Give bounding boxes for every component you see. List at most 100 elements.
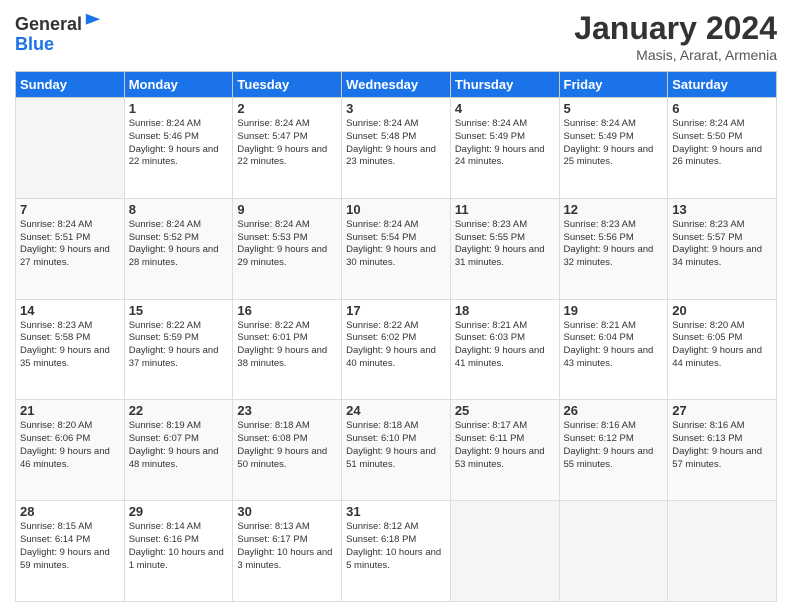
weekday-header: Thursday xyxy=(450,72,559,98)
day-detail: Sunrise: 8:12 AM Sunset: 6:18 PM Dayligh… xyxy=(346,521,446,572)
calendar-day-cell: 16 Sunrise: 8:22 AM Sunset: 6:01 PM Dayli… xyxy=(233,299,342,400)
calendar-day-cell: 27Sunrise: 8:16 AM Sunset: 6:13 PM Dayli… xyxy=(668,400,777,501)
weekday-header: Monday xyxy=(124,72,233,98)
day-detail: Sunrise: 8:24 AM Sunset: 5:49 PM Dayligh… xyxy=(564,118,664,169)
day-detail: Sunrise: 8:23 AM Sunset: 5:55 PM Dayligh… xyxy=(455,219,555,270)
calendar-day-cell: 31 Sunrise: 8:12 AM Sunset: 6:18 PM Dayli… xyxy=(342,501,451,602)
weekday-header: Wednesday xyxy=(342,72,451,98)
weekday-header: Saturday xyxy=(668,72,777,98)
day-detail: Sunrise: 8:24 AM Sunset: 5:54 PM Dayligh… xyxy=(346,219,446,270)
header: General Blue January 2024 Masis, Ararat,… xyxy=(15,10,777,63)
day-detail: Sunrise: 8:24 AM Sunset: 5:50 PM Dayligh… xyxy=(672,118,772,169)
location: Masis, Ararat, Armenia xyxy=(574,47,777,63)
weekday-header: Tuesday xyxy=(233,72,342,98)
logo-flag-icon xyxy=(84,12,102,30)
day-number: 5 xyxy=(564,101,664,116)
calendar-day-cell xyxy=(559,501,668,602)
calendar-week-row: 1 Sunrise: 8:24 AM Sunset: 5:46 PM Daylig… xyxy=(16,98,777,199)
calendar-day-cell: 11Sunrise: 8:23 AM Sunset: 5:55 PM Dayli… xyxy=(450,198,559,299)
day-detail: Sunrise: 8:24 AM Sunset: 5:47 PM Dayligh… xyxy=(237,118,337,169)
day-detail: Sunrise: 8:22 AM Sunset: 6:02 PM Dayligh… xyxy=(346,320,446,371)
logo: General Blue xyxy=(15,14,102,55)
day-detail: Sunrise: 8:16 AM Sunset: 6:12 PM Dayligh… xyxy=(564,420,664,471)
day-detail: Sunrise: 8:24 AM Sunset: 5:53 PM Dayligh… xyxy=(237,219,337,270)
calendar-day-cell: 17 Sunrise: 8:22 AM Sunset: 6:02 PM Dayli… xyxy=(342,299,451,400)
day-detail: Sunrise: 8:24 AM Sunset: 5:46 PM Dayligh… xyxy=(129,118,229,169)
day-number: 17 xyxy=(346,303,446,318)
calendar-week-row: 21Sunrise: 8:20 AM Sunset: 6:06 PM Dayli… xyxy=(16,400,777,501)
day-detail: Sunrise: 8:20 AM Sunset: 6:06 PM Dayligh… xyxy=(20,420,120,471)
calendar-day-cell xyxy=(450,501,559,602)
day-number: 22 xyxy=(129,403,229,418)
day-detail: Sunrise: 8:14 AM Sunset: 6:16 PM Dayligh… xyxy=(129,521,229,572)
logo-blue-text: Blue xyxy=(15,35,102,55)
calendar-day-cell: 13Sunrise: 8:23 AM Sunset: 5:57 PM Dayli… xyxy=(668,198,777,299)
day-number: 9 xyxy=(237,202,337,217)
day-number: 28 xyxy=(20,504,120,519)
calendar-day-cell: 18Sunrise: 8:21 AM Sunset: 6:03 PM Dayli… xyxy=(450,299,559,400)
calendar-day-cell xyxy=(668,501,777,602)
day-detail: Sunrise: 8:24 AM Sunset: 5:52 PM Dayligh… xyxy=(129,219,229,270)
calendar-day-cell: 15Sunrise: 8:22 AM Sunset: 5:59 PM Dayli… xyxy=(124,299,233,400)
calendar-day-cell: 29 Sunrise: 8:14 AM Sunset: 6:16 PM Dayli… xyxy=(124,501,233,602)
day-detail: Sunrise: 8:23 AM Sunset: 5:56 PM Dayligh… xyxy=(564,219,664,270)
day-number: 19 xyxy=(564,303,664,318)
day-number: 4 xyxy=(455,101,555,116)
calendar-day-cell: 1 Sunrise: 8:24 AM Sunset: 5:46 PM Daylig… xyxy=(124,98,233,199)
day-number: 24 xyxy=(346,403,446,418)
day-number: 2 xyxy=(237,101,337,116)
day-detail: Sunrise: 8:23 AM Sunset: 5:58 PM Dayligh… xyxy=(20,320,120,371)
day-detail: Sunrise: 8:13 AM Sunset: 6:17 PM Dayligh… xyxy=(237,521,337,572)
calendar-day-cell: 2 Sunrise: 8:24 AM Sunset: 5:47 PM Daylig… xyxy=(233,98,342,199)
logo-text: General xyxy=(15,14,102,35)
calendar-week-row: 14 Sunrise: 8:23 AM Sunset: 5:58 PM Dayli… xyxy=(16,299,777,400)
calendar-day-cell: 9 Sunrise: 8:24 AM Sunset: 5:53 PM Daylig… xyxy=(233,198,342,299)
calendar-day-cell: 23Sunrise: 8:18 AM Sunset: 6:08 PM Dayli… xyxy=(233,400,342,501)
day-detail: Sunrise: 8:15 AM Sunset: 6:14 PM Dayligh… xyxy=(20,521,120,572)
calendar-day-cell: 19Sunrise: 8:21 AM Sunset: 6:04 PM Dayli… xyxy=(559,299,668,400)
month-title: January 2024 xyxy=(574,10,777,47)
day-detail: Sunrise: 8:24 AM Sunset: 5:48 PM Dayligh… xyxy=(346,118,446,169)
day-detail: Sunrise: 8:24 AM Sunset: 5:49 PM Dayligh… xyxy=(455,118,555,169)
day-detail: Sunrise: 8:17 AM Sunset: 6:11 PM Dayligh… xyxy=(455,420,555,471)
day-number: 26 xyxy=(564,403,664,418)
calendar-day-cell: 30 Sunrise: 8:13 AM Sunset: 6:17 PM Dayli… xyxy=(233,501,342,602)
calendar-day-cell: 20 Sunrise: 8:20 AM Sunset: 6:05 PM Dayli… xyxy=(668,299,777,400)
page: General Blue January 2024 Masis, Ararat,… xyxy=(0,0,792,612)
day-number: 16 xyxy=(237,303,337,318)
calendar-day-cell: 28 Sunrise: 8:15 AM Sunset: 6:14 PM Dayli… xyxy=(16,501,125,602)
calendar-day-cell: 3 Sunrise: 8:24 AM Sunset: 5:48 PM Daylig… xyxy=(342,98,451,199)
calendar-day-cell: 8 Sunrise: 8:24 AM Sunset: 5:52 PM Daylig… xyxy=(124,198,233,299)
title-block: January 2024 Masis, Ararat, Armenia xyxy=(574,10,777,63)
day-number: 3 xyxy=(346,101,446,116)
day-number: 23 xyxy=(237,403,337,418)
day-number: 20 xyxy=(672,303,772,318)
calendar-table: SundayMondayTuesdayWednesdayThursdayFrid… xyxy=(15,71,777,602)
logo-general: General xyxy=(15,14,82,34)
day-detail: Sunrise: 8:20 AM Sunset: 6:05 PM Dayligh… xyxy=(672,320,772,371)
day-number: 1 xyxy=(129,101,229,116)
day-detail: Sunrise: 8:21 AM Sunset: 6:03 PM Dayligh… xyxy=(455,320,555,371)
logo-blue: Blue xyxy=(15,34,54,54)
day-detail: Sunrise: 8:22 AM Sunset: 5:59 PM Dayligh… xyxy=(129,320,229,371)
day-number: 31 xyxy=(346,504,446,519)
day-number: 25 xyxy=(455,403,555,418)
day-number: 30 xyxy=(237,504,337,519)
day-number: 29 xyxy=(129,504,229,519)
day-number: 13 xyxy=(672,202,772,217)
calendar-day-cell: 22 Sunrise: 8:19 AM Sunset: 6:07 PM Dayli… xyxy=(124,400,233,501)
day-number: 8 xyxy=(129,202,229,217)
calendar-week-row: 28 Sunrise: 8:15 AM Sunset: 6:14 PM Dayli… xyxy=(16,501,777,602)
day-number: 10 xyxy=(346,202,446,217)
calendar-day-cell: 5 Sunrise: 8:24 AM Sunset: 5:49 PM Daylig… xyxy=(559,98,668,199)
calendar-day-cell: 12Sunrise: 8:23 AM Sunset: 5:56 PM Dayli… xyxy=(559,198,668,299)
day-number: 7 xyxy=(20,202,120,217)
calendar-week-row: 7Sunrise: 8:24 AM Sunset: 5:51 PM Daylig… xyxy=(16,198,777,299)
calendar-day-cell: 4 Sunrise: 8:24 AM Sunset: 5:49 PM Daylig… xyxy=(450,98,559,199)
day-number: 14 xyxy=(20,303,120,318)
day-detail: Sunrise: 8:19 AM Sunset: 6:07 PM Dayligh… xyxy=(129,420,229,471)
calendar-day-cell: 10 Sunrise: 8:24 AM Sunset: 5:54 PM Dayli… xyxy=(342,198,451,299)
calendar-day-cell: 25 Sunrise: 8:17 AM Sunset: 6:11 PM Dayli… xyxy=(450,400,559,501)
day-detail: Sunrise: 8:22 AM Sunset: 6:01 PM Dayligh… xyxy=(237,320,337,371)
calendar-day-cell: 14 Sunrise: 8:23 AM Sunset: 5:58 PM Dayli… xyxy=(16,299,125,400)
